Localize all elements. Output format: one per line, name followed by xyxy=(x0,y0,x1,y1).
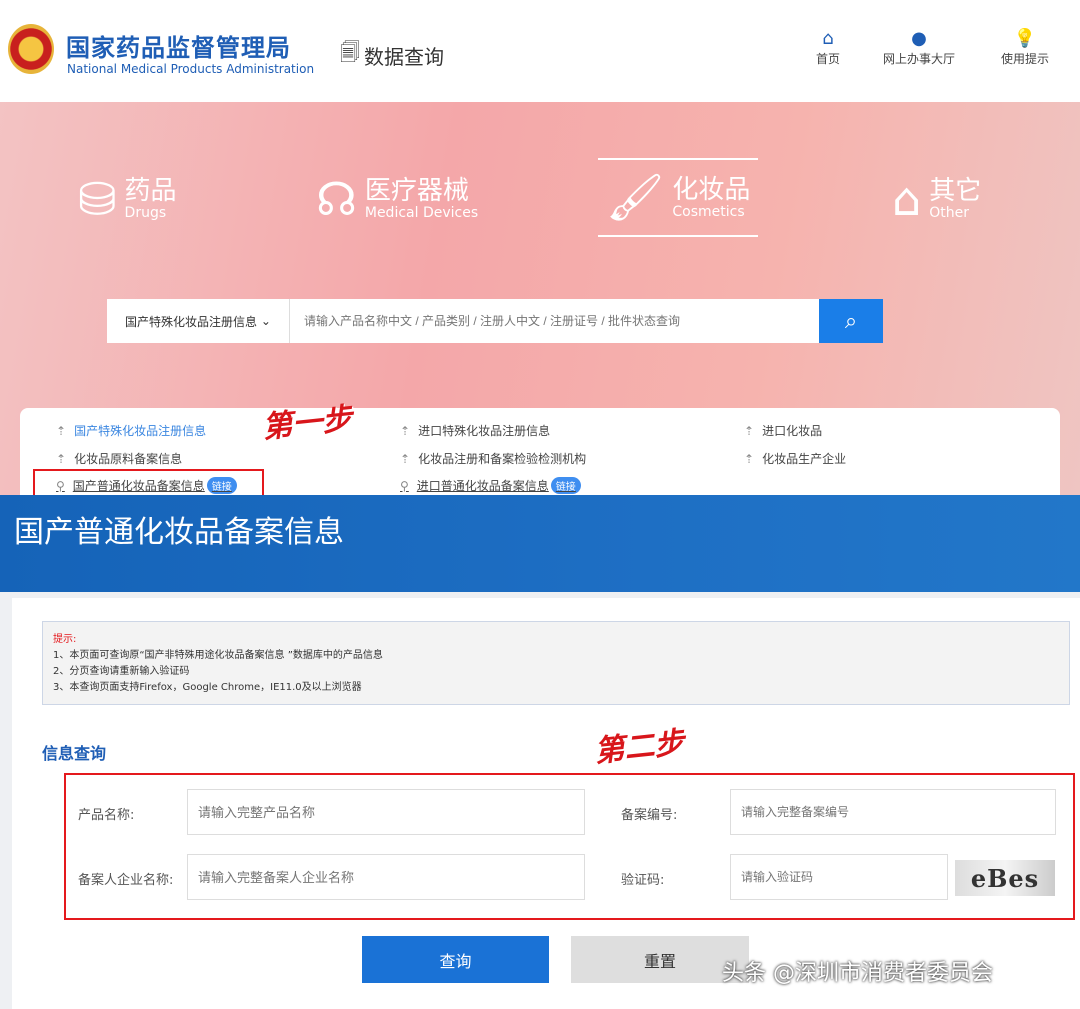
nav-label: 网上办事大厅 xyxy=(883,50,955,67)
search-input[interactable] xyxy=(290,299,819,343)
section-title: 信息查询 xyxy=(42,740,106,764)
category-sublabel: Drugs xyxy=(125,205,177,221)
watermark: 头条 @深圳市消费者委员会 xyxy=(722,955,993,987)
upload-icon: ⇡ xyxy=(744,452,754,466)
category-drugs[interactable]: ⛁ 药品Drugs xyxy=(78,172,177,226)
upload-icon: ⇡ xyxy=(400,424,410,438)
notice-heading: 提示: xyxy=(53,632,1059,648)
header: 国家药品监督管理局 National Medical Products Admi… xyxy=(0,0,1080,102)
banner: ⛁ 药品Drugs ☊ 医疗器械Medical Devices 🖌 化妆品Cosmet… xyxy=(0,102,1080,495)
page-title: 国产普通化妆品备案信息 xyxy=(0,495,1080,592)
search-bar: 国产特殊化妆品注册信息 ⌄ ⌕ xyxy=(107,299,883,343)
database-search-icon: 🗐 xyxy=(340,38,360,72)
nav-label: 使用提示 xyxy=(1001,50,1049,67)
search-button[interactable]: ⌕ xyxy=(819,299,883,343)
link-import-cosmetics[interactable]: ⇡ 进口化妆品 xyxy=(744,422,822,439)
upload-icon: ⇡ xyxy=(56,452,66,466)
link-import-special[interactable]: ⇡ 进口特殊化妆品注册信息 xyxy=(400,422,550,439)
section-label: 数据查询 xyxy=(364,41,444,70)
notice-box: 提示: 1、本页面可查询原“国产非特殊用途化妆品备案信息 ”数据库中的产品信息 … xyxy=(42,621,1070,705)
product-name-label: 产品名称: xyxy=(78,804,134,823)
nav-home[interactable]: ⌂首页 xyxy=(816,28,840,67)
upload-icon: ⇡ xyxy=(400,452,410,466)
upload-icon: ⇡ xyxy=(56,424,66,438)
record-no-input[interactable] xyxy=(730,789,1056,835)
link-label: 进口化妆品 xyxy=(762,422,822,439)
database-select[interactable]: 国产特殊化妆品注册信息 ⌄ xyxy=(107,299,290,343)
search-icon: ⌕ xyxy=(845,309,857,334)
step1-annotation: 第一步 xyxy=(260,393,354,446)
upload-icon: ⇡ xyxy=(744,424,754,438)
query-button[interactable]: 查询 xyxy=(362,936,549,983)
nav-tips[interactable]: 💡使用提示 xyxy=(1001,28,1049,67)
product-name-input[interactable] xyxy=(187,789,585,835)
user-icon: ● xyxy=(911,28,927,50)
notice-line: 1、本页面可查询原“国产非特殊用途化妆品备案信息 ”数据库中的产品信息 xyxy=(53,648,1059,664)
section-title: 🗐数据查询 xyxy=(340,38,444,72)
captcha-label: 验证码: xyxy=(621,869,664,888)
category-label: 化妆品 xyxy=(672,176,750,204)
category-label: 医疗器械 xyxy=(365,177,478,205)
stethoscope-icon: ☊ xyxy=(316,172,357,226)
bulb-icon: 💡 xyxy=(1014,28,1036,50)
step2-annotation: 第二步 xyxy=(592,717,686,770)
category-medical-devices[interactable]: ☊ 医疗器械Medical Devices xyxy=(316,172,478,226)
company-label: 备案人企业名称: xyxy=(78,869,173,888)
record-no-label: 备案编号: xyxy=(621,804,677,823)
logo-title[interactable]: 国家药品监督管理局 xyxy=(66,28,291,63)
category-label: 药品 xyxy=(125,177,177,205)
category-sublabel: Cosmetics xyxy=(672,204,750,220)
medicine-bottle-icon: ⛁ xyxy=(78,172,117,226)
link-testing-institutions[interactable]: ⇡ 化妆品注册和备案检验检测机构 xyxy=(400,450,586,467)
logo-subtitle: National Medical Products Administration xyxy=(67,62,314,76)
nav-label: 首页 xyxy=(816,50,840,67)
select-value: 国产特殊化妆品注册信息 xyxy=(125,313,257,330)
link-label: 国产特殊化妆品注册信息 xyxy=(74,422,206,439)
link-label: 进口普通化妆品备案信息 xyxy=(417,477,549,494)
captcha-input[interactable] xyxy=(730,854,948,900)
link-label: 进口特殊化妆品注册信息 xyxy=(418,422,550,439)
category-sublabel: Other xyxy=(929,205,981,221)
link-import-ordinary[interactable]: ⚲ 进口普通化妆品备案信息链接 xyxy=(400,477,581,494)
national-emblem-logo xyxy=(8,24,54,74)
link-label: 化妆品原料备案信息 xyxy=(74,450,182,467)
link-manufacturers[interactable]: ⇡ 化妆品生产企业 xyxy=(744,450,846,467)
link-raw-materials[interactable]: ⇡ 化妆品原料备案信息 xyxy=(56,450,182,467)
link-icon: ⚲ xyxy=(400,479,409,493)
notice-line: 3、本查询页面支持Firefox，Google Chrome，IE11.0及以上… xyxy=(53,680,1059,696)
company-input[interactable] xyxy=(187,854,585,900)
category-other[interactable]: ⌂ 其它Other xyxy=(892,172,981,226)
category-label: 其它 xyxy=(929,177,981,205)
category-sublabel: Medical Devices xyxy=(365,205,478,221)
home-icon: ⌂ xyxy=(822,28,833,50)
notice-line: 2、分页查询请重新输入验证码 xyxy=(53,664,1059,680)
cosmetics-icon: 🖌 xyxy=(606,170,664,225)
link-label: 化妆品生产企业 xyxy=(762,450,846,467)
store-icon: ⌂ xyxy=(892,172,921,226)
chevron-down-icon: ⌄ xyxy=(261,314,271,328)
category-cosmetics[interactable]: 🖌 化妆品Cosmetics xyxy=(598,158,758,237)
captcha-image[interactable]: eBes xyxy=(955,860,1055,896)
link-label: 化妆品注册和备案检验检测机构 xyxy=(418,450,586,467)
link-badge: 链接 xyxy=(551,477,581,494)
nav-online-hall[interactable]: ●网上办事大厅 xyxy=(883,28,955,67)
link-domestic-special[interactable]: ⇡ 国产特殊化妆品注册信息 xyxy=(56,422,206,439)
